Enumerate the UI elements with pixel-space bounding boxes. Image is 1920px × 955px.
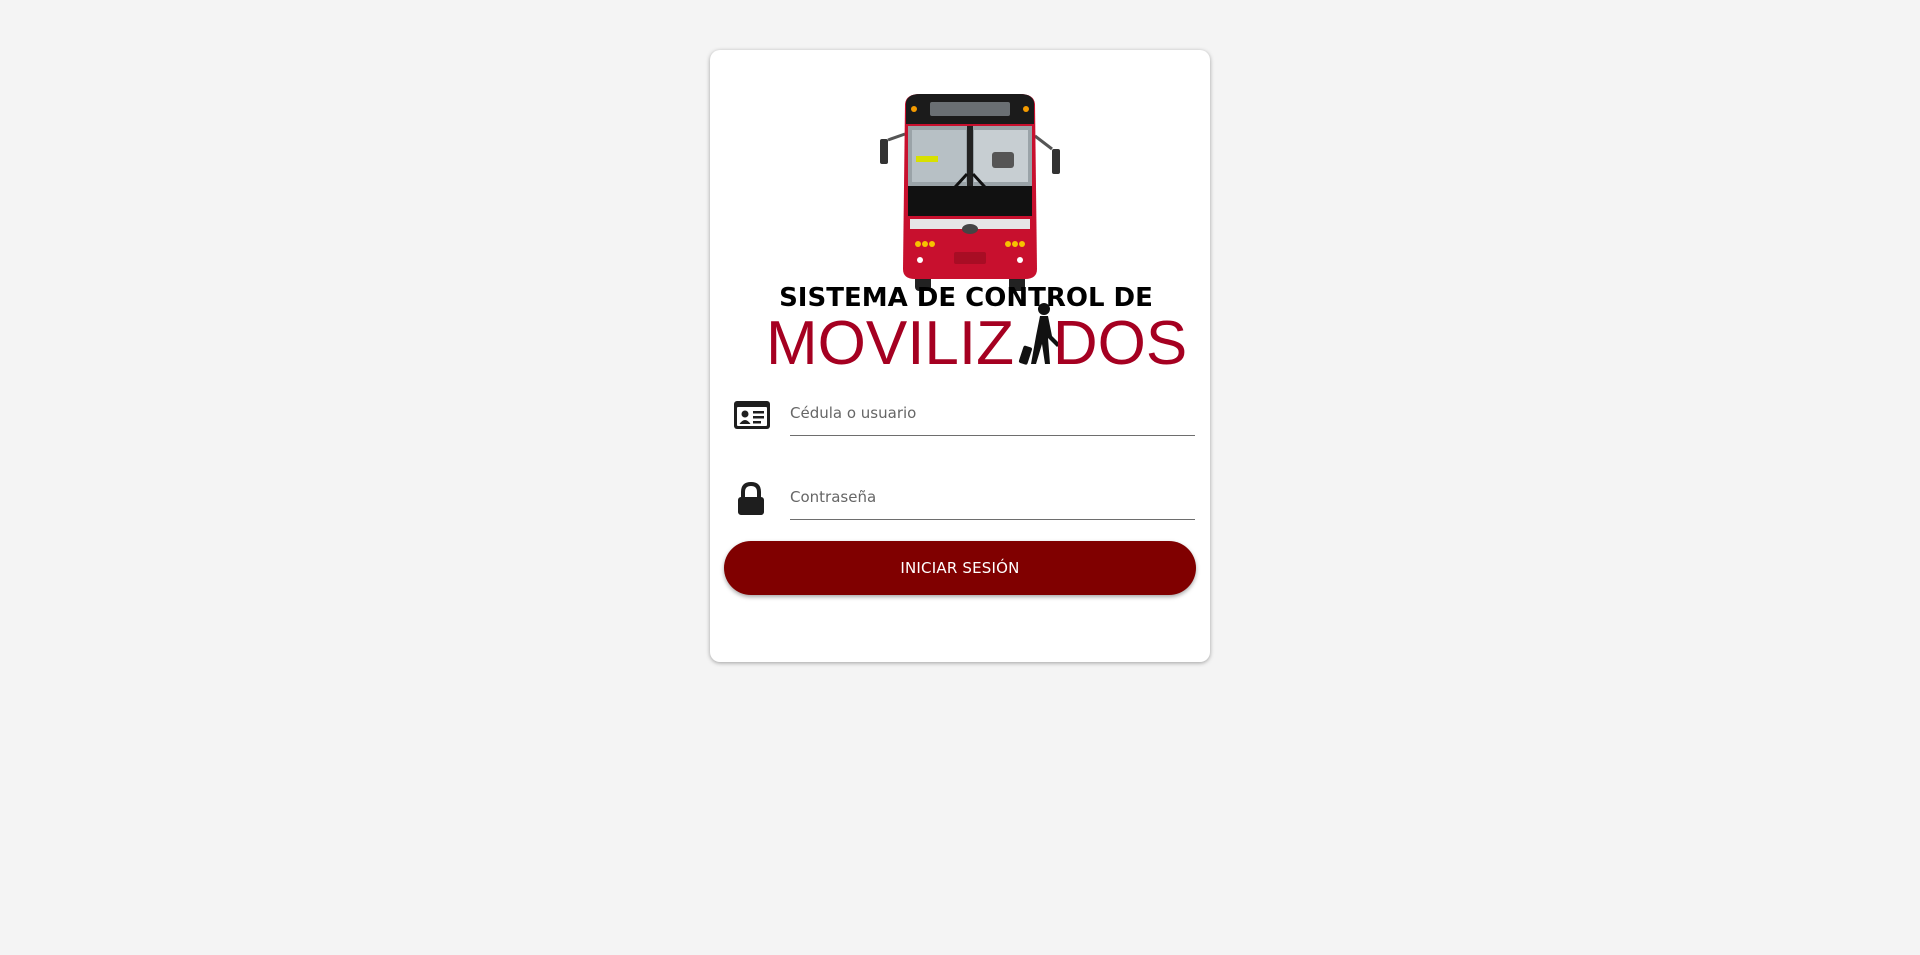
login-button[interactable]: INICIAR SESIÓN xyxy=(724,541,1196,595)
logo-line2-part2: DOS xyxy=(1053,309,1187,378)
lock-icon xyxy=(738,482,764,515)
username-input[interactable] xyxy=(790,390,1195,436)
login-card: SISTEMA DE CONTROL DE MOVILIZ DOS INICIA… xyxy=(710,50,1210,662)
password-field xyxy=(732,474,1195,524)
logo-line2-part1: MOVILIZ xyxy=(766,309,1014,378)
app-logo: SISTEMA DE CONTROL DE MOVILIZ DOS xyxy=(766,94,1187,378)
password-input[interactable] xyxy=(790,474,1195,520)
username-field xyxy=(732,390,1195,440)
bus-icon xyxy=(880,94,1060,291)
id-card-icon xyxy=(734,401,770,429)
